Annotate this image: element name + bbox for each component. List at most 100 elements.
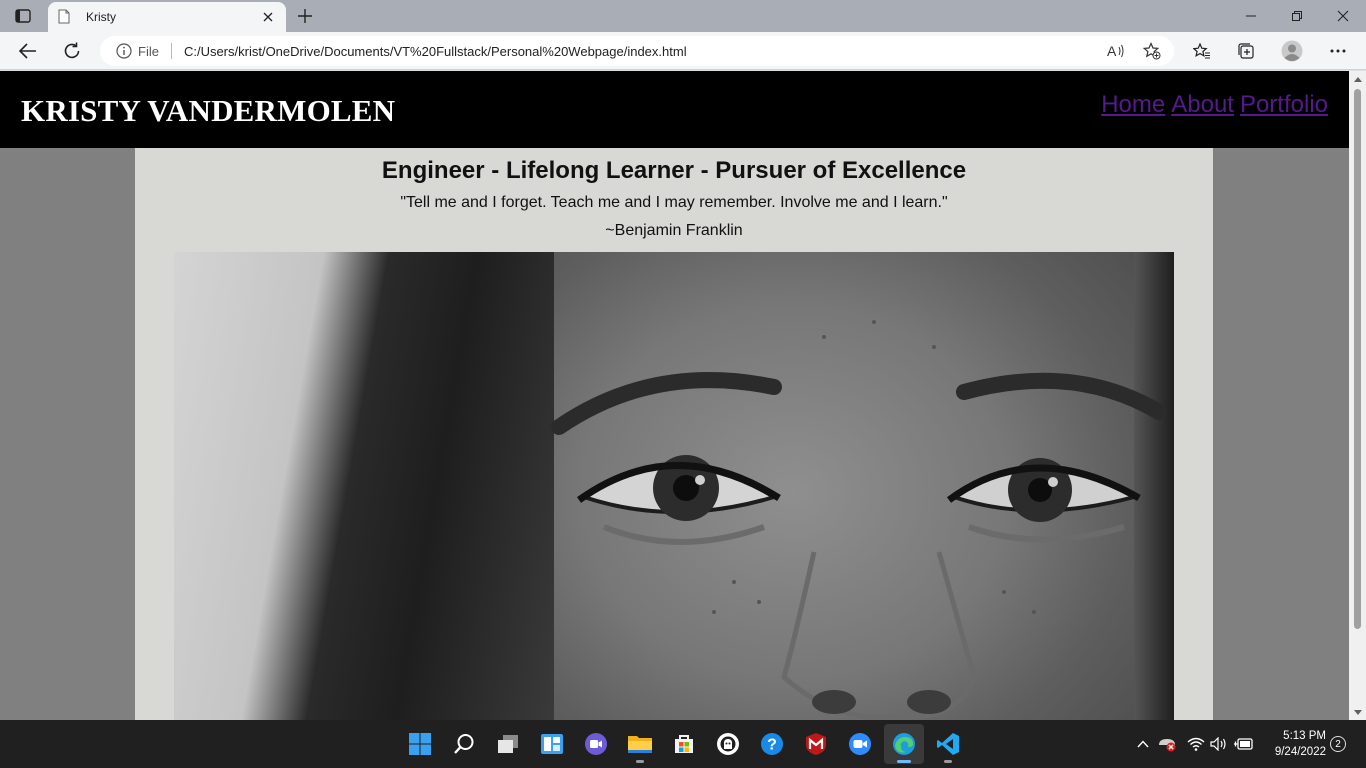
page-favicon-icon: [58, 9, 72, 25]
triangle-down-icon: [1353, 709, 1362, 715]
vscode-running-indicator: [944, 760, 952, 763]
start-icon: [409, 733, 431, 755]
svg-text:A: A: [1107, 43, 1117, 59]
windows-taskbar: ? 5:13 PM 9/24/2022 2: [0, 720, 1366, 768]
scrollbar-thumb[interactable]: [1354, 89, 1361, 629]
quote-author: ~Benjamin Franklin: [605, 222, 743, 239]
mcafee-button[interactable]: [796, 724, 836, 764]
edge-button[interactable]: [884, 724, 924, 764]
vscode-button[interactable]: [928, 724, 968, 764]
avatar-icon: [1281, 40, 1303, 62]
profile-button[interactable]: [1276, 37, 1308, 65]
close-window-button[interactable]: [1320, 0, 1366, 32]
close-tab-icon[interactable]: [260, 9, 276, 25]
github-desktop-button[interactable]: [708, 724, 748, 764]
task-view-icon: [498, 735, 518, 753]
page-headline: Engineer - Lifelong Learner - Pursuer of…: [381, 157, 967, 184]
site-header: KRISTY VANDERMOLEN Home About Portfolio: [0, 71, 1349, 148]
scheme-label: File: [138, 43, 159, 59]
taskbar-search-button[interactable]: [444, 724, 484, 764]
mcafee-icon: [806, 733, 826, 755]
battery-button[interactable]: [1232, 732, 1256, 756]
favorites-button[interactable]: [1186, 37, 1218, 65]
security-alert-icon: [1159, 739, 1176, 752]
scroll-up-button[interactable]: [1349, 71, 1366, 87]
back-button[interactable]: [12, 37, 44, 65]
nav-link-home[interactable]: Home: [1101, 91, 1165, 119]
battery-icon: [1234, 738, 1253, 750]
site-info-icon[interactable]: [116, 43, 132, 59]
zoom-icon: [849, 733, 871, 755]
edge-icon: [893, 733, 915, 755]
tray-security-alert[interactable]: [1155, 732, 1179, 756]
favorites-icon: [1193, 43, 1210, 59]
github-icon: [717, 733, 739, 755]
chevron-up-icon: [1137, 740, 1149, 748]
new-tab-button[interactable]: [292, 4, 318, 28]
plus-icon: [298, 9, 312, 23]
explorer-running-indicator: [636, 760, 644, 763]
tab-actions-button[interactable]: [0, 0, 46, 32]
address-separator: [170, 43, 172, 59]
browser-toolbar: File C:/Users/krist/OneDrive/Documents/V…: [0, 32, 1366, 70]
site-nav: Home About Portfolio: [1101, 91, 1328, 119]
svg-text:?: ?: [767, 737, 777, 754]
scroll-down-button[interactable]: [1349, 704, 1366, 720]
chat-icon: [585, 733, 607, 755]
read-aloud-icon[interactable]: A: [1102, 37, 1130, 65]
zoom-button[interactable]: [840, 724, 880, 764]
file-explorer-button[interactable]: [620, 724, 660, 764]
help-icon: ?: [761, 733, 783, 755]
taskbar-clock[interactable]: 5:13 PM 9/24/2022: [1262, 728, 1326, 760]
clock-time: 5:13 PM: [1283, 730, 1326, 742]
triangle-up-icon: [1353, 76, 1362, 82]
minimize-icon: [1246, 15, 1256, 17]
main-content: Engineer - Lifelong Learner - Pursuer of…: [135, 148, 1213, 720]
quote-text: "Tell me and I forget. Teach me and I ma…: [400, 194, 948, 211]
start-button[interactable]: [400, 724, 440, 764]
more-dots-icon: [1330, 49, 1346, 53]
volume-icon: [1210, 737, 1226, 751]
refresh-button[interactable]: [56, 37, 88, 65]
show-hidden-icons-button[interactable]: [1131, 732, 1155, 756]
collections-icon: [1238, 43, 1254, 59]
clock-date: 9/24/2022: [1274, 746, 1326, 758]
wifi-button[interactable]: [1184, 732, 1208, 756]
widgets-button[interactable]: [532, 724, 572, 764]
tab-title: Kristy: [86, 10, 116, 24]
store-button[interactable]: [664, 724, 704, 764]
restore-icon: [1292, 11, 1302, 21]
address-bar[interactable]: File C:/Users/krist/OneDrive/Documents/V…: [100, 36, 1174, 66]
chat-button[interactable]: [576, 724, 616, 764]
site-name: KRISTY VANDERMOLEN: [21, 93, 396, 128]
wifi-icon: [1187, 737, 1205, 751]
tab-actions-icon: [15, 9, 31, 23]
minimize-button[interactable]: [1228, 0, 1274, 32]
collections-button[interactable]: [1230, 37, 1262, 65]
settings-more-button[interactable]: [1322, 37, 1354, 65]
volume-button[interactable]: [1207, 732, 1231, 756]
notification-count-badge[interactable]: 2: [1330, 736, 1346, 752]
page-viewport: KRISTY VANDERMOLEN Home About Portfolio …: [0, 71, 1349, 720]
add-favorite-icon[interactable]: [1138, 37, 1166, 65]
edge-active-indicator: [897, 760, 911, 763]
url-text[interactable]: C:/Users/krist/OneDrive/Documents/VT%20F…: [184, 44, 1102, 59]
nav-link-about[interactable]: About: [1171, 91, 1234, 119]
widgets-icon: [541, 734, 563, 754]
nav-link-portfolio[interactable]: Portfolio: [1240, 91, 1328, 119]
hero-photo: [174, 252, 1174, 720]
help-button[interactable]: ?: [752, 724, 792, 764]
back-arrow-icon: [19, 43, 36, 59]
restore-button[interactable]: [1274, 0, 1320, 32]
task-view-button[interactable]: [488, 724, 528, 764]
page-scrollbar[interactable]: [1349, 71, 1366, 720]
file-explorer-icon: [628, 736, 652, 753]
store-icon: [675, 735, 693, 753]
browser-tab[interactable]: Kristy: [48, 2, 286, 32]
refresh-icon: [64, 42, 80, 59]
search-icon: [454, 734, 474, 754]
close-icon: [1337, 10, 1349, 22]
vscode-icon: [937, 733, 959, 755]
tab-strip: Kristy: [0, 0, 1366, 32]
photo-face-illustration: [551, 320, 1167, 720]
